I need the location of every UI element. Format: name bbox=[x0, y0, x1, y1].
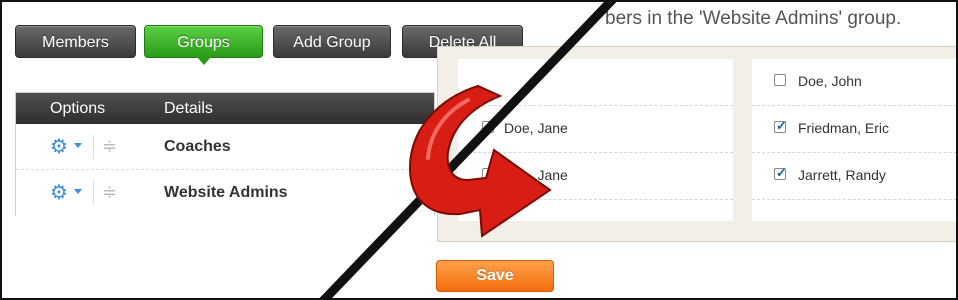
members-panel: Doe, Jane Doe, Jane Doe, John Friedman, … bbox=[437, 46, 958, 242]
member-name: Jarrett, Randy bbox=[798, 167, 886, 183]
drag-handle-icon[interactable]: ≑ bbox=[102, 182, 117, 202]
gear-icon[interactable]: ⚙ bbox=[50, 183, 68, 203]
drag-handle-icon[interactable]: ≑ bbox=[102, 136, 117, 156]
member-checkbox[interactable] bbox=[482, 168, 494, 180]
member-checkbox[interactable] bbox=[774, 165, 787, 181]
group-name[interactable]: Website Admins bbox=[164, 184, 288, 202]
save-button[interactable]: Save bbox=[436, 260, 554, 292]
list-item[interactable]: Doe, Jane bbox=[458, 153, 733, 200]
table-row[interactable]: ⚙ ≑ Coaches bbox=[16, 124, 434, 170]
chevron-down-icon[interactable] bbox=[74, 189, 82, 194]
details-column-header: Details bbox=[164, 100, 213, 117]
members-button[interactable]: Members bbox=[15, 25, 136, 58]
groups-button[interactable]: Groups bbox=[144, 25, 263, 65]
member-checkbox[interactable] bbox=[774, 74, 786, 86]
table-header: Options Details bbox=[16, 93, 434, 124]
member-name: Doe, Jane bbox=[504, 167, 568, 183]
group-name[interactable]: Coaches bbox=[164, 138, 231, 156]
add-group-button[interactable]: Add Group bbox=[273, 25, 391, 58]
members-column-right: Doe, John Friedman, Eric Jarrett, Randy bbox=[752, 59, 958, 221]
groups-table: Options Details ⚙ ≑ Coaches ⚙ ≑ Website … bbox=[15, 92, 435, 216]
members-heading: bers in the 'Website Admins' group. bbox=[605, 8, 902, 29]
members-column-left: Doe, Jane Doe, Jane bbox=[458, 59, 733, 221]
divider bbox=[93, 181, 94, 205]
list-item[interactable]: Jarrett, Randy bbox=[752, 153, 958, 200]
options-column-header: Options bbox=[50, 100, 106, 117]
member-checkbox[interactable] bbox=[482, 121, 494, 133]
gear-icon[interactable]: ⚙ bbox=[50, 137, 68, 157]
list-item[interactable]: Doe, Jane bbox=[458, 106, 733, 153]
list-item[interactable]: Friedman, Eric bbox=[752, 106, 958, 153]
member-name: Doe, Jane bbox=[504, 120, 568, 136]
member-name: Friedman, Eric bbox=[798, 120, 890, 136]
member-checkbox[interactable] bbox=[774, 118, 787, 134]
chevron-down-icon[interactable] bbox=[74, 143, 82, 148]
list-item bbox=[458, 59, 733, 106]
list-item[interactable]: Doe, John bbox=[752, 59, 958, 106]
member-name: Doe, John bbox=[798, 73, 862, 89]
table-row[interactable]: ⚙ ≑ Website Admins bbox=[16, 170, 434, 216]
divider bbox=[93, 135, 94, 159]
